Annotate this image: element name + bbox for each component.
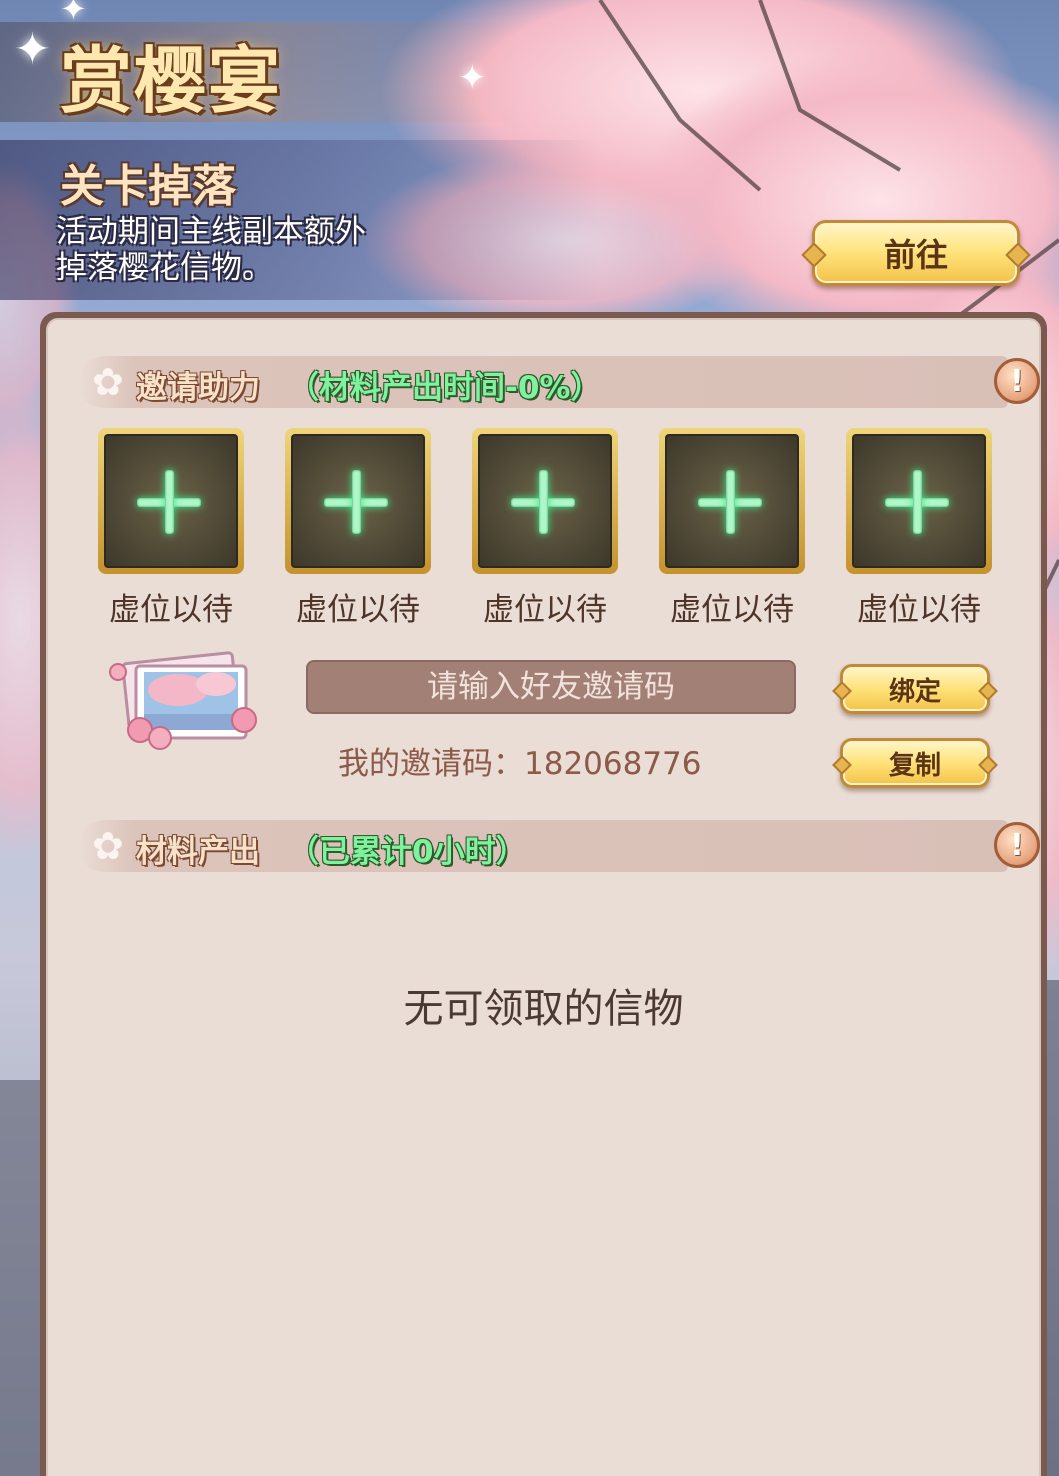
sparkle-icon: ✦ [458,58,487,98]
slot-frame [846,428,992,574]
slot-label: 虚位以待 [296,592,420,628]
invite-slot[interactable]: 虚位以待 [285,428,431,629]
invite-slot[interactable]: 虚位以待 [98,428,244,629]
slot-frame [659,428,805,574]
slot-frame [98,428,244,574]
sparkle-icon: ✦ [14,24,51,75]
flower-icon: ✿ [92,824,124,868]
slot-frame [285,428,431,574]
empty-rewards-text: 无可领取的信物 [403,986,684,1032]
output-section-note: （已累计0小时） [288,834,527,870]
goto-button[interactable]: 前往 [812,220,1020,286]
output-section-label: 材料产出 [136,834,260,870]
plus-icon [539,470,548,534]
invite-slots: 虚位以待 虚位以待 虚位以待 虚位以待 虚位以待 [98,428,998,628]
bind-button[interactable]: 绑定 [840,664,990,714]
invite-slot[interactable]: 虚位以待 [659,428,805,629]
copy-button[interactable]: 复制 [840,738,990,788]
sakura-photo-icon [109,651,257,750]
invite-slot[interactable]: 虚位以待 [846,428,992,629]
slot-inner [665,434,799,568]
invite-section-label: 邀请助力 [136,370,260,406]
event-panel: ✿ 邀请助力 （材料产出时间-0%） ! 虚位以待 虚位以待 虚位以待 虚位以待… [40,312,1047,1476]
flower-icon: ✿ [92,360,124,404]
event-title: 赏樱宴 [60,38,283,123]
invite-section-header: ✿ 邀请助力 （材料产出时间-0%） ! [78,356,1040,408]
invite-info-icon[interactable]: ! [994,358,1040,404]
slot-inner [291,434,425,568]
panel-body: ✿ 邀请助力 （材料产出时间-0%） ! 虚位以待 虚位以待 虚位以待 虚位以待… [46,318,1041,1476]
stage-drop-description: 活动期间主线副本额外掉落樱花信物。 [56,214,366,286]
slot-frame [472,428,618,574]
plus-icon [165,470,174,534]
my-invite-code: 我的邀请码：182068776 [338,746,702,782]
slot-label: 虚位以待 [109,592,233,628]
slot-inner [104,434,238,568]
slot-label: 虚位以待 [483,592,607,628]
slot-label: 虚位以待 [857,592,981,628]
invite-code-input[interactable]: 请输入好友邀请码 [306,660,796,714]
invite-slot[interactable]: 虚位以待 [472,428,618,629]
plus-icon [913,470,922,534]
slot-inner [478,434,612,568]
slot-label: 虚位以待 [670,592,794,628]
plus-icon [352,470,361,534]
output-section-header: ✿ 材料产出 （已累计0小时） ! [78,820,1040,872]
invite-section-note: （材料产出时间-0%） [288,370,602,406]
slot-inner [852,434,986,568]
plus-icon [726,470,735,534]
output-info-icon[interactable]: ! [994,822,1040,868]
stage-drop-title: 关卡掉落 [60,161,236,212]
